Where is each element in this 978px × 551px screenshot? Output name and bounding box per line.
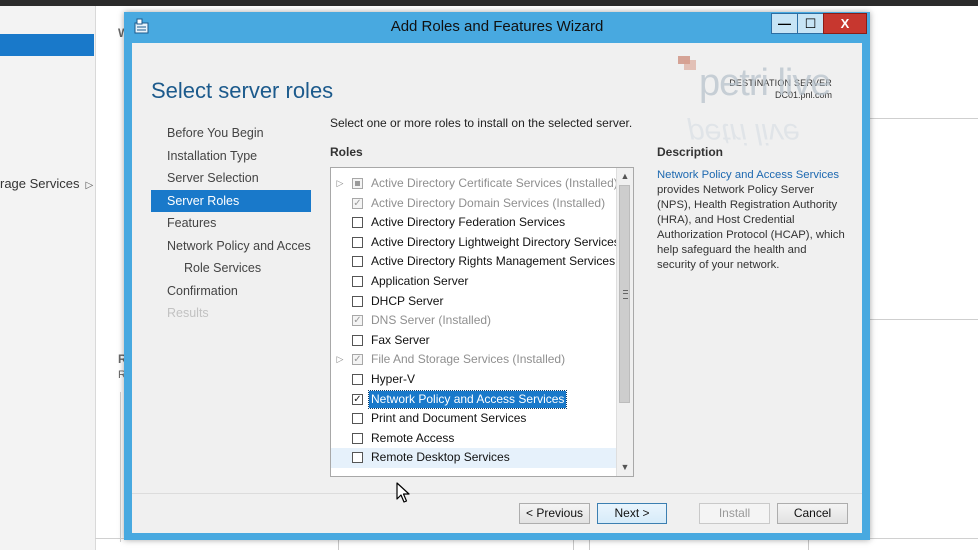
roles-list[interactable]: ▷ Active Directory Certificate Services … [330,167,634,477]
close-button[interactable]: X [823,13,867,34]
role-label: Application Server [371,274,469,288]
role-item[interactable]: Active Directory Federation Services [331,213,618,233]
role-description: Network Policy and Access Services provi… [657,168,847,273]
roles-header: Roles [330,145,363,159]
role-label: Active Directory Domain Services (Instal… [371,195,606,210]
role-label: Fax Server [371,332,430,347]
role-checkbox[interactable] [352,334,363,346]
role-label: Remote Access [371,430,455,445]
wizard-step-nav: Before You Begin Installation Type Serve… [151,122,311,325]
role-label: Active Directory Lightweight Directory S… [371,234,620,249]
role-label: File And Storage Services (Installed) [371,352,566,367]
roles-scrollbar[interactable]: ▲ ▼ [616,168,633,476]
expand-arrow-icon[interactable]: ▷ [335,350,345,370]
scroll-down-arrow-icon[interactable]: ▼ [617,459,633,475]
scroll-up-arrow-icon[interactable]: ▲ [617,168,633,184]
role-item[interactable]: Fax Server [331,331,618,351]
description-link[interactable]: Network Policy and Access Services [657,169,839,181]
minimize-button[interactable]: — [771,13,798,34]
scroll-grip-icon [623,290,628,299]
role-item[interactable]: Remote Access [331,429,618,449]
role-label: Active Directory Rights Management Servi… [371,254,616,269]
role-item[interactable]: ▷ ✓ File And Storage Services (Installed… [331,350,618,370]
role-label: DHCP Server [371,293,444,308]
nav-installation-type[interactable]: Installation Type [151,145,311,168]
role-item[interactable]: Remote Desktop Services [331,448,618,468]
role-label: Hyper-V [371,372,416,386]
nav-results: Results [167,306,209,320]
sidebar-item-storage-services[interactable]: rage Services ▷ [0,176,93,191]
role-label: DNS Server (Installed) [371,313,492,328]
nav-server-selection[interactable]: Server Selection [151,167,311,190]
role-checkbox-checked[interactable]: ✓ [352,393,363,405]
nav-server-roles[interactable]: Server Roles [151,189,311,212]
scrollbar-thumb[interactable] [619,185,630,403]
role-checkbox[interactable] [352,432,363,444]
role-item[interactable]: Hyper-V [331,370,618,390]
page-title: Select server roles [151,78,334,103]
destination-server-name: DC01.pnl.com [774,90,832,100]
cancel-button[interactable]: Cancel [777,503,848,524]
sidebar-item-label: rage Services [0,176,80,191]
description-header: Description [657,145,724,159]
role-checkbox[interactable]: ✓ [352,315,363,327]
window-title: Add Roles and Features Wizard [390,18,604,35]
role-item[interactable]: ✓ Active Directory Domain Services (Inst… [331,194,618,214]
nav-before-you-begin[interactable]: Before You Begin [151,122,311,145]
role-item[interactable]: Active Directory Lightweight Directory S… [331,233,620,253]
role-checkbox[interactable] [352,178,363,189]
nav-role-services[interactable]: Role Services [151,257,311,280]
role-item[interactable]: ▷ Active Directory Certificate Services … [331,174,618,194]
mouse-cursor-icon [396,482,410,503]
role-label: Active Directory Federation Services [371,215,566,230]
role-label: Remote Desktop Services [371,450,510,465]
destination-server-label: DESTINATION SERVER [729,78,832,88]
role-item[interactable]: Active Directory Rights Management Servi… [331,252,618,272]
role-checkbox[interactable] [352,217,363,229]
role-item[interactable]: Print and Document Services [331,409,618,429]
role-label: Network Policy and Access Services [367,389,568,409]
role-checkbox[interactable]: ✓ [352,197,363,209]
install-button[interactable]: Install [699,503,770,524]
role-item[interactable]: ✓ DNS Server (Installed) [331,311,618,331]
role-item[interactable]: DHCP Server [331,292,618,312]
expand-arrow-icon[interactable]: ▷ [335,174,345,194]
role-checkbox[interactable] [352,276,363,287]
role-checkbox[interactable] [352,256,363,268]
role-item[interactable]: Application Server [331,272,618,292]
sidebar-selected-item[interactable] [0,34,94,56]
role-checkbox[interactable] [352,295,363,307]
nav-features[interactable]: Features [151,212,311,235]
wizard-client-area: Select server roles DESTINATION SERVER D… [132,43,862,533]
role-label: Print and Document Services [371,411,527,426]
nav-network-policy[interactable]: Network Policy and Acces... [151,235,311,258]
role-checkbox[interactable] [352,452,363,464]
destination-server: DESTINATION SERVER DC01.pnl.com [729,77,832,101]
role-checkbox[interactable] [352,236,363,248]
previous-button[interactable]: < Previous [519,503,590,524]
role-label: Active Directory Certificate Services (I… [371,176,618,190]
role-item-selected[interactable]: ✓ Network Policy and Access Services [331,389,618,410]
server-manager-sidebar [0,6,96,550]
expand-arrow-icon[interactable]: ▷ [85,180,93,191]
maximize-button[interactable]: ☐ [797,13,824,34]
description-body: provides Network Policy Server (NPS), He… [657,184,845,271]
nav-confirmation[interactable]: Confirmation [151,280,311,303]
title-bar[interactable]: Add Roles and Features Wizard — ☐ X [124,12,870,42]
background-right-panel [868,118,978,320]
instruction-text: Select one or more roles to install on t… [330,116,633,130]
next-button[interactable]: Next > [597,503,667,524]
role-checkbox[interactable] [352,413,363,425]
top-strip [0,0,978,6]
role-checkbox[interactable] [352,374,363,385]
role-checkbox[interactable]: ✓ [352,354,363,366]
add-roles-wizard-window: Add Roles and Features Wizard — ☐ X Sele… [124,12,870,540]
